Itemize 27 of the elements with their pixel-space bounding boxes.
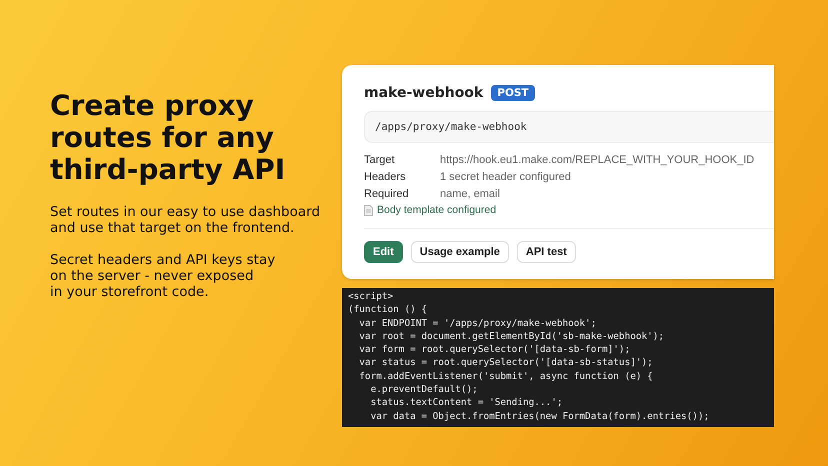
code-line: status.textContent = 'Sending...'; — [370, 396, 564, 410]
code-line: e.preventDefault(); — [370, 383, 479, 396]
action-button[interactable]: API test — [516, 241, 576, 263]
description-text: Set routes in our easy to use dashboard and use that target on the frontend. — [50, 204, 322, 236]
code-line: var ENDPOINT = '/apps/proxy/make-webhook'; — [358, 316, 598, 330]
detail-label: Headers — [364, 170, 407, 184]
document-icon — [364, 204, 373, 216]
code-line: var status = root.querySelector('[data-sb-status]'); — [358, 356, 654, 370]
detail-label: Required — [364, 187, 410, 201]
method-badge: POST — [491, 85, 535, 101]
edit-button[interactable]: Edit — [364, 241, 403, 263]
description-text: Secret headers and API keys stay on the server - never exposed in your storefront code. — [50, 252, 276, 300]
code-line: var root = document.getElementById('sb-make-webhook'); — [358, 330, 666, 344]
body-template-note: Body template configured — [377, 204, 496, 216]
detail-value: https://hook.eu1.make.com/REPLACE_WITH_YOUR_HOOK_ID — [440, 153, 756, 167]
detail-label: Target — [364, 153, 396, 167]
action-button[interactable]: Usage example — [410, 241, 509, 263]
code-line: form.addEventListener('submit', async function (e) { — [358, 370, 654, 384]
detail-value: 1 secret header configured — [440, 170, 572, 184]
code-line: var form = root.querySelector('[data-sb-form]'); — [358, 343, 632, 356]
detail-value: name, email — [440, 187, 501, 201]
headline: Create proxy routes for any third-party API — [50, 90, 286, 186]
code-line: <script> — [348, 290, 394, 304]
code-line: var data = Object.fromEntries(new FormData(form).entries()); — [370, 410, 710, 423]
code-line: (function () { — [348, 303, 428, 317]
route-name: make-webhook — [364, 85, 484, 101]
route-path: /apps/proxy/make-webhook — [364, 111, 774, 143]
